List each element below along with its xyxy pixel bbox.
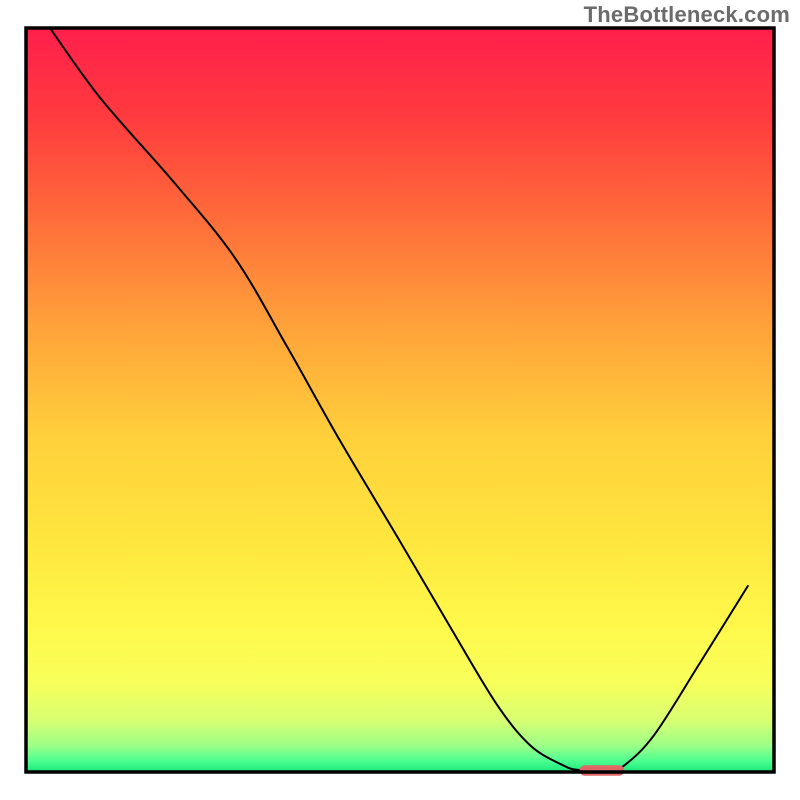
- watermark-text: TheBottleneck.com: [584, 2, 790, 28]
- chart-svg: [0, 0, 800, 800]
- bottleneck-chart: TheBottleneck.com: [0, 0, 800, 800]
- gradient-background: [26, 28, 774, 772]
